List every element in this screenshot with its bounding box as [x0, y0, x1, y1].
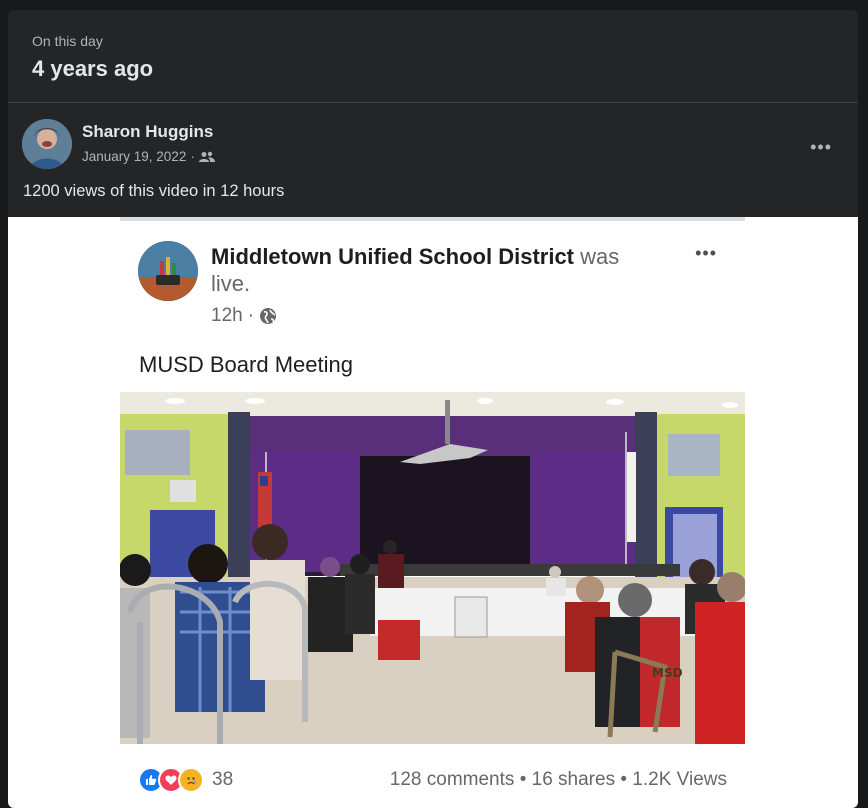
more-options-icon[interactable]: •••: [810, 137, 832, 158]
shared-page-heading: Middletown Unified School District was l…: [211, 243, 651, 297]
shared-more-icon: •••: [695, 243, 717, 263]
author-avatar[interactable]: [22, 119, 72, 169]
shared-page-name: Middletown Unified School District: [211, 244, 574, 269]
meta-separator: ·: [190, 149, 195, 164]
memory-title: 4 years ago: [32, 56, 154, 81]
shared-meta: 12h ·: [211, 305, 277, 327]
shared-separator: ·: [247, 305, 255, 326]
post-media[interactable]: Middletown Unified School District was l…: [8, 217, 858, 808]
stat-separator: •: [620, 769, 628, 790]
board-meeting-video: MSD: [120, 392, 745, 744]
page-avatar: [138, 241, 198, 301]
post-caption: 1200 views of this video in 12 hours: [23, 182, 285, 200]
shared-post-screenshot: Middletown Unified School District was l…: [120, 217, 745, 808]
sad-reaction-icon: [178, 767, 204, 793]
author-name[interactable]: Sharon Huggins: [82, 122, 213, 142]
post-date[interactable]: January 19, 2022: [82, 149, 186, 164]
video-frame: MSD: [120, 392, 745, 744]
memory-header: On this day 4 years ago: [8, 10, 858, 103]
post-header: Sharon Huggins January 19, 2022 · ••• 12…: [8, 104, 858, 224]
memory-card: On this day 4 years ago Sharon Huggins J…: [8, 10, 858, 808]
view-count: 1.2K Views: [632, 769, 727, 790]
engagement-stats: 128 comments • 16 shares • 1.2K Views: [390, 769, 727, 791]
comment-count: 128 comments: [389, 769, 515, 790]
memory-kicker: On this day: [32, 33, 103, 49]
page-avatar-image: [138, 241, 198, 301]
stat-separator: •: [519, 769, 527, 790]
friends-icon: [198, 151, 215, 162]
globe-icon: [260, 308, 277, 324]
post-meta: January 19, 2022 ·: [82, 149, 215, 164]
avatar-photo: [22, 119, 72, 169]
shared-post-text: MUSD Board Meeting: [139, 352, 353, 377]
reaction-summary: 38: [138, 767, 233, 793]
reaction-count: 38: [212, 769, 234, 790]
shared-time: 12h: [211, 305, 243, 326]
chair-lettering: MSD: [652, 666, 683, 680]
share-count: 16 shares: [531, 769, 616, 790]
